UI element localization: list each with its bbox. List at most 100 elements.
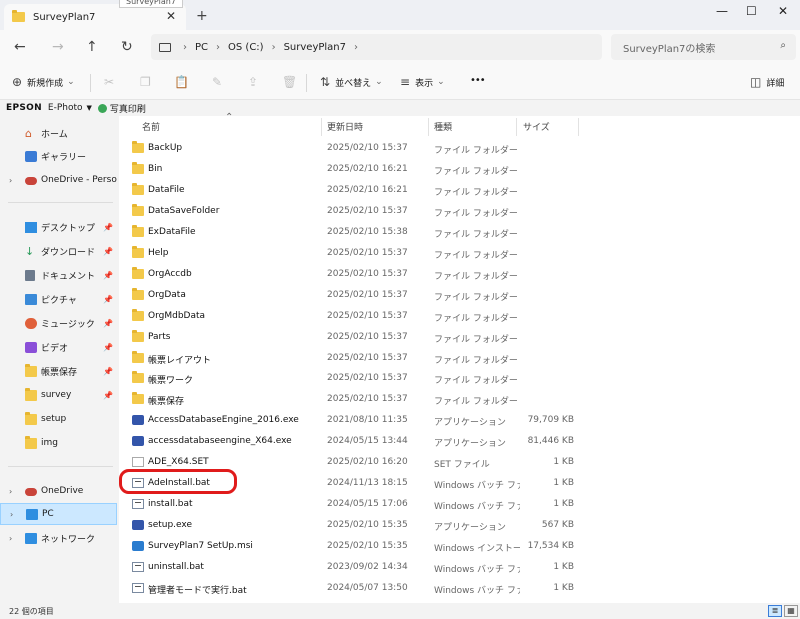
search-input[interactable]: SurveyPlan7の検索 ⌕ — [611, 34, 796, 60]
breadcrumb-drive[interactable]: OS (C:) — [228, 42, 264, 53]
column-divider[interactable] — [428, 118, 429, 136]
music-icon — [25, 317, 37, 329]
command-bar: ⊕ 新規作成 ⌄ ✂ ❐ 📋 ✎ ⇪ 🗑 ⇅ 並べ替え ⌄ ≡ 表示 ⌄ •••… — [0, 64, 800, 100]
file-type: Windows バッチ ファ... — [434, 481, 520, 492]
folder-icon — [132, 371, 144, 384]
file-row[interactable]: DataSaveFolder 2025/02/10 15:37 ファイル フォルダー — [119, 201, 800, 222]
file-row[interactable]: install.bat 2024/05/15 17:06 Windows バッチ フ… — [119, 494, 800, 515]
up-button[interactable]: ↑ — [86, 39, 98, 55]
sidebar-item-onedrive-personal[interactable]: › OneDrive - Persona — [0, 169, 117, 191]
sidebar-item-video[interactable]: ビデオ 📌 — [0, 336, 117, 358]
breadcrumb-pc[interactable]: PC — [195, 42, 208, 53]
new-tab-button[interactable]: + — [196, 8, 208, 24]
maximize-button[interactable]: ☐ — [746, 4, 757, 18]
details-button[interactable]: ◫ 詳細 — [750, 75, 784, 89]
chevron-right-icon[interactable]: › — [9, 176, 12, 185]
rename-icon[interactable]: ✎ — [212, 75, 222, 89]
sidebar-item-onedrive[interactable]: › OneDrive — [0, 480, 117, 502]
batch-file-icon — [132, 499, 144, 510]
file-row[interactable]: SurveyPlan7 SetUp.msi 2025/02/10 15:35 Win… — [119, 536, 800, 557]
back-button[interactable]: ← — [14, 39, 26, 55]
epson-app-label[interactable]: E-Photo — [48, 103, 83, 113]
sidebar-item-survey[interactable]: survey 📌 — [0, 384, 117, 406]
sidebar-item-desktop[interactable]: デスクトップ 📌 — [0, 216, 117, 238]
file-row[interactable]: 管理者モードで実行.bat 2024/05/07 13:50 Windows バッチ… — [119, 578, 800, 599]
folder-icon — [132, 266, 144, 279]
address-bar[interactable]: › PC › OS (C:) › SurveyPlan7 › — [151, 34, 602, 60]
delete-icon[interactable]: 🗑 — [282, 75, 297, 89]
chevron-right-icon[interactable]: › — [9, 487, 12, 496]
paste-icon[interactable]: 📋 — [174, 75, 189, 89]
dropdown-arrow-icon[interactable]: ▼ — [87, 104, 92, 112]
sidebar-item-pictures[interactable]: ピクチャ 📌 — [0, 288, 117, 310]
sort-button[interactable]: ⇅ 並べ替え ⌄ — [320, 75, 383, 89]
column-header-size[interactable]: サイズ — [523, 116, 550, 136]
file-row[interactable]: Bin 2025/02/10 16:21 ファイル フォルダー — [119, 159, 800, 180]
file-date: 2021/08/10 11:35 — [327, 415, 408, 426]
sidebar-item-downloads[interactable]: ↓ ダウンロード 📌 — [0, 240, 117, 262]
file-row[interactable]: DataFile 2025/02/10 16:21 ファイル フォルダー — [119, 180, 800, 201]
file-row[interactable]: ExDataFile 2025/02/10 15:38 ファイル フォルダー — [119, 222, 800, 243]
file-row[interactable]: AccessDatabaseEngine_2016.exe 2021/08/10 … — [119, 410, 800, 431]
sidebar-item-network[interactable]: › ネットワーク — [0, 527, 117, 549]
column-divider[interactable] — [578, 118, 579, 136]
share-icon[interactable]: ⇪ — [248, 75, 258, 89]
file-row[interactable]: uninstall.bat 2023/09/02 14:34 Windows バッチ… — [119, 557, 800, 578]
file-row[interactable]: accessdatabaseengine_X64.exe 2024/05/15 1… — [119, 431, 800, 452]
column-header-date[interactable]: 更新日時 — [327, 116, 363, 136]
chevron-down-icon: ⌄ — [375, 77, 383, 87]
file-row[interactable]: BackUp 2025/02/10 15:37 ファイル フォルダー — [119, 138, 800, 159]
file-row[interactable]: OrgMdbData 2025/02/10 15:37 ファイル フォルダー — [119, 306, 800, 327]
refresh-button[interactable]: ↻ — [121, 39, 133, 55]
file-row[interactable]: Parts 2025/02/10 15:37 ファイル フォルダー — [119, 327, 800, 348]
file-type: ファイル フォルダー — [434, 376, 518, 387]
column-divider[interactable] — [516, 118, 517, 136]
folder-icon — [25, 411, 37, 425]
column-header-type[interactable]: 種類 — [434, 116, 452, 136]
sidebar-item-home[interactable]: ⌂ ホーム — [0, 122, 117, 144]
sidebar-item-chohyo-hozon[interactable]: 帳票保存 📌 — [0, 360, 117, 382]
sidebar-divider — [8, 466, 113, 467]
file-size: 17,534 KB — [527, 541, 574, 552]
details-view-icon[interactable]: ≣ — [768, 605, 782, 617]
file-row[interactable]: 帳票ワーク 2025/02/10 15:37 ファイル フォルダー — [119, 368, 800, 389]
sidebar-item-documents[interactable]: ドキュメント 📌 — [0, 264, 117, 286]
breadcrumb-surveyplan7[interactable]: SurveyPlan7 — [284, 42, 346, 53]
view-button[interactable]: ≡ 表示 ⌄ — [400, 75, 445, 89]
file-row[interactable]: Help 2025/02/10 15:37 ファイル フォルダー — [119, 243, 800, 264]
file-row[interactable]: OrgAccdb 2025/02/10 15:37 ファイル フォルダー — [119, 264, 800, 285]
sidebar-item-label: setup — [41, 414, 67, 424]
chevron-right-icon[interactable]: › — [9, 534, 12, 543]
file-row[interactable]: OrgData 2025/02/10 15:37 ファイル フォルダー — [119, 285, 800, 306]
close-tab-icon[interactable]: ✕ — [166, 9, 176, 23]
file-date: 2024/05/15 13:44 — [327, 436, 408, 447]
file-row[interactable]: setup.exe 2025/02/10 15:35 アプリケーション 567 KB — [119, 515, 800, 536]
copy-icon[interactable]: ❐ — [140, 75, 151, 89]
column-header-name[interactable]: 名前 — [142, 116, 160, 136]
sidebar-item-pc[interactable]: › PC — [0, 503, 117, 525]
download-icon: ↓ — [25, 244, 35, 258]
sidebar-item-music[interactable]: ミュージック 📌 — [0, 312, 117, 334]
close-button[interactable]: ✕ — [778, 4, 788, 18]
epson-logo: EPSON — [6, 103, 42, 113]
file-name: DataFile — [148, 184, 185, 195]
sidebar-item-gallery[interactable]: ギャラリー — [0, 145, 117, 167]
minimize-button[interactable]: — — [716, 4, 728, 18]
sidebar-item-setup[interactable]: setup — [0, 408, 117, 430]
sort-ascending-icon: ⌃ — [225, 112, 234, 123]
epson-toolbar: EPSON E-Photo ▼ 写真印刷 — [0, 100, 800, 116]
new-button[interactable]: ⊕ 新規作成 ⌄ — [12, 75, 75, 89]
photo-print-button[interactable]: 写真印刷 — [110, 102, 146, 115]
file-type: ファイル フォルダー — [434, 292, 518, 303]
file-row[interactable]: 帳票保存 2025/02/10 15:37 ファイル フォルダー — [119, 389, 800, 410]
forward-button[interactable]: → — [52, 39, 64, 55]
folder-icon — [132, 161, 144, 174]
cut-icon[interactable]: ✂ — [104, 75, 114, 89]
sidebar-item-img[interactable]: img — [0, 432, 117, 454]
folder-icon — [132, 182, 144, 195]
chevron-right-icon[interactable]: › — [10, 510, 13, 519]
file-row[interactable]: 帳票レイアウト 2025/02/10 15:37 ファイル フォルダー — [119, 348, 800, 369]
more-options-icon[interactable]: ••• — [470, 75, 486, 86]
tiles-view-icon[interactable]: ▦ — [784, 605, 798, 617]
column-divider[interactable] — [321, 118, 322, 136]
